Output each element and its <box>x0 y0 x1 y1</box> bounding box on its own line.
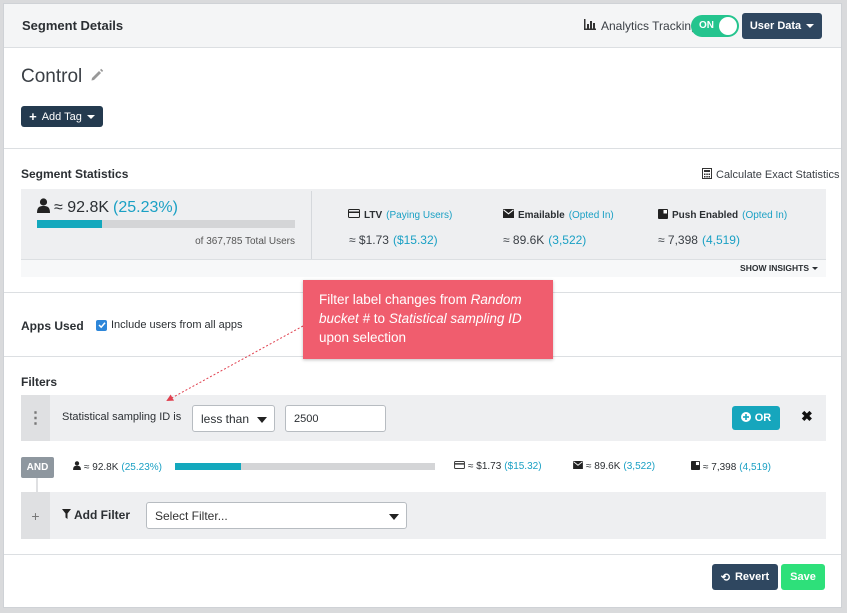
annotation-callout: Filter label changes from Random bucket … <box>303 280 553 359</box>
callout-text-start: Filter label changes from <box>319 292 471 307</box>
segment-details-panel: Segment Details Analytics Tracking ON Us… <box>3 3 842 608</box>
callout-new-label: Statistical sampling ID <box>388 311 522 326</box>
callout-text-end: upon selection <box>319 330 407 345</box>
callout-text-to: to <box>370 311 389 326</box>
